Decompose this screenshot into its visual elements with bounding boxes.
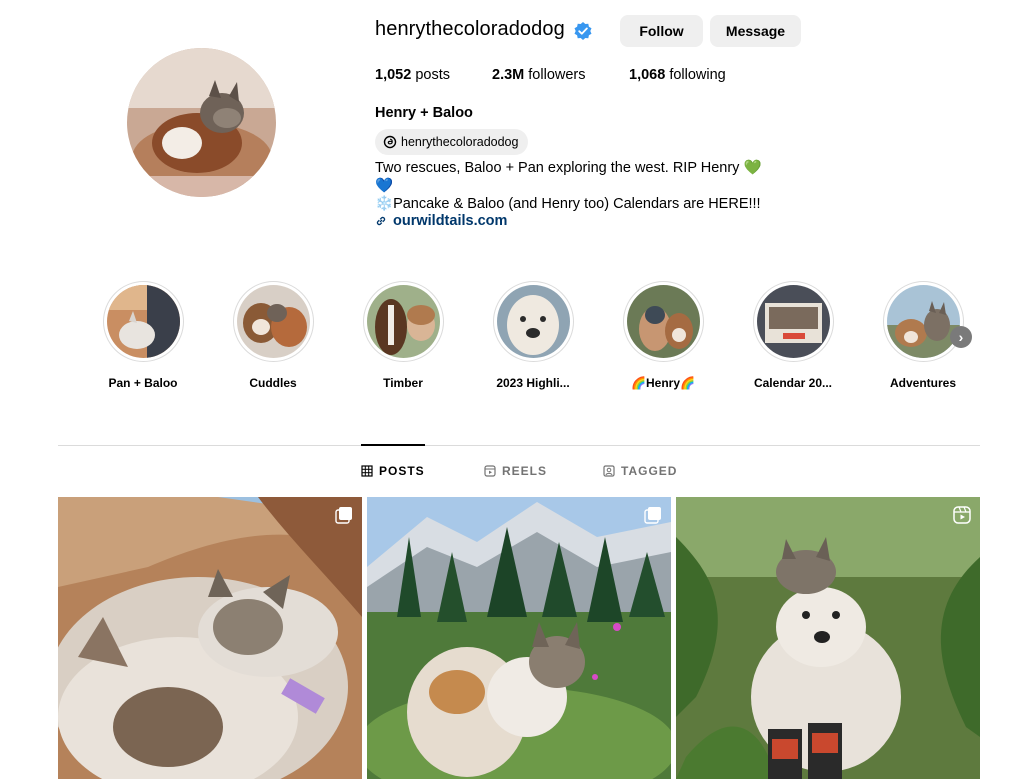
posts-label: posts: [415, 67, 450, 83]
website-link-text: ourwildtails.com: [393, 213, 508, 229]
threads-icon: [383, 135, 397, 149]
verified-badge-icon: [574, 22, 592, 40]
profile-website-link[interactable]: ourwildtails.com: [375, 213, 507, 229]
highlight-henry[interactable]: 🌈Henry🌈: [598, 281, 728, 390]
message-button[interactable]: Message: [710, 15, 801, 47]
following-stat[interactable]: 1,068 following: [629, 67, 726, 83]
post-image: [367, 497, 671, 779]
following-count: 1,068: [629, 67, 666, 83]
highlight-label: Adventures: [889, 376, 957, 390]
bio-line-1: Two rescues, Baloo + Pan exploring the w…: [375, 159, 762, 177]
post-thumbnail[interactable]: [58, 497, 362, 779]
link-icon: [376, 216, 386, 226]
bio-line-3-text: Pancake & Baloo (and Henry too) Calendar…: [393, 196, 761, 212]
highlight-timber[interactable]: Timber: [338, 281, 468, 390]
highlight-cover-image: [496, 285, 570, 358]
post-image: [676, 497, 980, 779]
followers-stat[interactable]: 2.3M followers: [492, 67, 586, 83]
carousel-icon: [644, 507, 661, 524]
highlight-cuddles[interactable]: Cuddles: [208, 281, 338, 390]
following-label: following: [669, 67, 726, 83]
post-thumbnail[interactable]: [676, 497, 980, 779]
tab-reels[interactable]: REELS: [484, 464, 547, 478]
tab-tagged-label: TAGGED: [621, 464, 678, 478]
tab-posts[interactable]: POSTS: [361, 464, 425, 478]
tab-tagged[interactable]: TAGGED: [603, 464, 677, 478]
avatar-image: [127, 48, 276, 197]
highlight-pan-baloo[interactable]: Pan + Baloo: [78, 281, 208, 390]
tab-posts-label: POSTS: [379, 464, 425, 478]
threads-handle: henrythecoloradodog: [401, 135, 519, 149]
highlight-cover-image: [886, 285, 960, 358]
blue-heart-emoji: 💙: [375, 178, 394, 194]
highlight-cover-image: [236, 285, 310, 358]
tab-reels-label: REELS: [502, 464, 548, 478]
reel-icon: [953, 506, 971, 524]
highlight-cover-image: [626, 285, 700, 358]
green-heart-emoji: 💚: [743, 160, 762, 176]
highlight-cover-image: [366, 285, 440, 358]
reels-icon: [484, 465, 496, 477]
profile-username: henrythecoloradodog: [375, 18, 565, 40]
highlight-calendar[interactable]: Calendar 20...: [728, 281, 858, 390]
carousel-icon: [335, 507, 352, 524]
followers-count: 2.3M: [492, 67, 525, 83]
highlights-next-arrow-icon[interactable]: ›: [950, 326, 972, 348]
highlight-label: 🌈Henry🌈: [631, 376, 695, 390]
tabs-divider: [58, 445, 980, 446]
profile-display-name: Henry + Baloo: [375, 105, 473, 121]
posts-stat: 1,052 posts: [375, 67, 450, 83]
post-image: [58, 497, 362, 779]
bio-line-1-text: Two rescues, Baloo + Pan exploring the w…: [375, 160, 740, 176]
grid-icon: [361, 465, 373, 477]
snowflake-emoji: ❄️: [375, 196, 394, 212]
highlight-label: Pan + Baloo: [108, 376, 178, 390]
highlight-label: Timber: [383, 376, 423, 390]
tagged-icon: [603, 465, 615, 477]
posts-count: 1,052: [375, 67, 412, 83]
highlight-2023-highlights[interactable]: 2023 Highli...: [468, 281, 598, 390]
bio-line-3: ❄️Pancake & Baloo (and Henry too) Calend…: [375, 195, 761, 213]
profile-bio: Two rescues, Baloo + Pan exploring the w…: [375, 159, 762, 213]
profile-avatar[interactable]: [127, 48, 276, 197]
highlight-label: Cuddles: [249, 376, 297, 390]
highlight-cover-image: [756, 285, 830, 358]
follow-button[interactable]: Follow: [620, 15, 703, 47]
active-tab-indicator: [361, 444, 425, 446]
threads-link-pill[interactable]: henrythecoloradodog: [375, 129, 529, 155]
highlight-cover-image: [106, 285, 180, 358]
post-thumbnail[interactable]: [367, 497, 671, 779]
followers-label: followers: [528, 67, 586, 83]
highlight-label: 2023 Highli...: [496, 376, 570, 390]
highlight-label: Calendar 20...: [753, 376, 833, 390]
